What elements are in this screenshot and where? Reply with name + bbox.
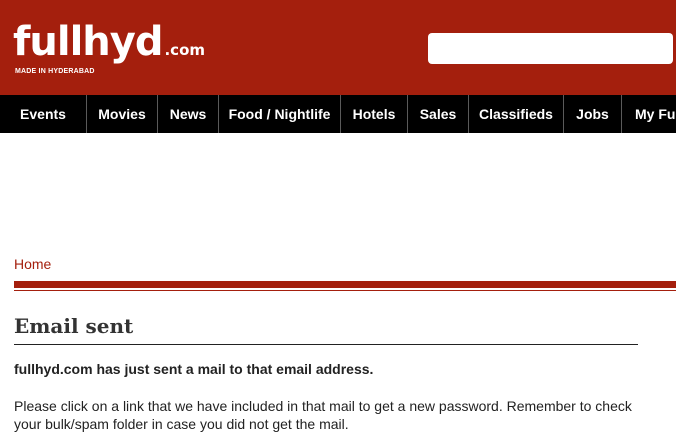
nav-item-hotels[interactable]: Hotels	[341, 95, 408, 133]
nav-item-sales[interactable]: Sales	[408, 95, 469, 133]
logo-wordmark: fullhyd	[13, 19, 163, 65]
instruction-text: Please click on a link that we have incl…	[14, 398, 632, 432]
title-divider	[14, 344, 638, 345]
nav-item-jobs[interactable]: Jobs	[564, 95, 622, 133]
nav-item-news[interactable]: News	[158, 95, 219, 133]
main-nav: Events Movies News Food / Nightlife Hote…	[0, 95, 676, 133]
site-logo[interactable]: fullhyd .com	[13, 22, 205, 62]
page-title: Email sent	[14, 314, 134, 338]
logo-tagline: MADE IN HYDERABAD	[15, 68, 95, 75]
breadcrumb-home-link[interactable]: Home	[14, 256, 51, 272]
site-header: fullhyd .com MADE IN HYDERABAD	[0, 0, 676, 95]
nav-item-food-nightlife[interactable]: Food / Nightlife	[219, 95, 341, 133]
logo-domain-suffix: .com	[164, 41, 206, 59]
breadcrumb-divider-thin	[14, 290, 676, 291]
nav-item-events[interactable]: Events	[0, 95, 87, 133]
nav-item-movies[interactable]: Movies	[87, 95, 158, 133]
breadcrumb-divider-thick	[14, 281, 676, 288]
nav-item-classifieds[interactable]: Classifieds	[469, 95, 564, 133]
search-input[interactable]	[428, 33, 673, 64]
nav-item-my-fullhyd[interactable]: My Ful	[622, 95, 676, 133]
confirmation-message: fullhyd.com has just sent a mail to that…	[14, 361, 374, 377]
